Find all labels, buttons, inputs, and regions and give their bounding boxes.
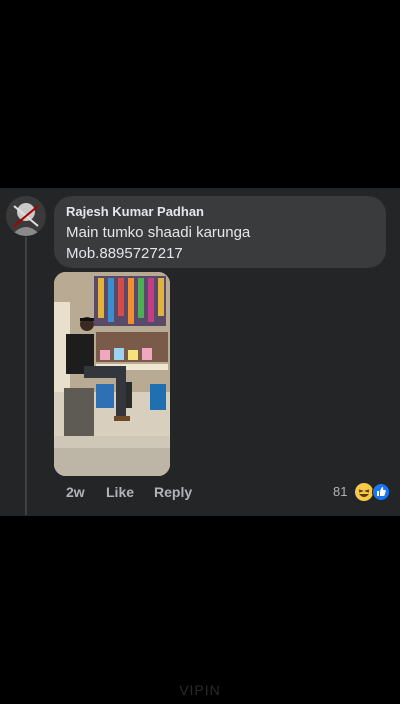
comment-text-line-2: Mob.8895727217 <box>66 245 183 262</box>
watermark: VIPIN <box>179 682 221 698</box>
comment-time[interactable]: 2w <box>66 484 85 500</box>
haha-emoji-icon <box>354 482 374 502</box>
comment-photo[interactable] <box>54 272 170 476</box>
comment-text-line-1: Main tumko shaadi karunga <box>66 224 251 241</box>
like-emoji-icon <box>372 483 390 501</box>
reaction-count[interactable]: 81 <box>333 484 347 499</box>
shop-photo-image <box>54 272 170 476</box>
comment-author[interactable]: Rajesh Kumar Padhan <box>66 204 204 219</box>
comment-bubble: Rajesh Kumar Padhan Main tumko shaadi ka… <box>54 196 386 268</box>
avatar[interactable] <box>6 196 46 236</box>
avatar-image <box>6 196 46 236</box>
thread-line <box>25 237 27 515</box>
like-button[interactable]: Like <box>106 484 134 500</box>
reply-button[interactable]: Reply <box>154 484 192 500</box>
